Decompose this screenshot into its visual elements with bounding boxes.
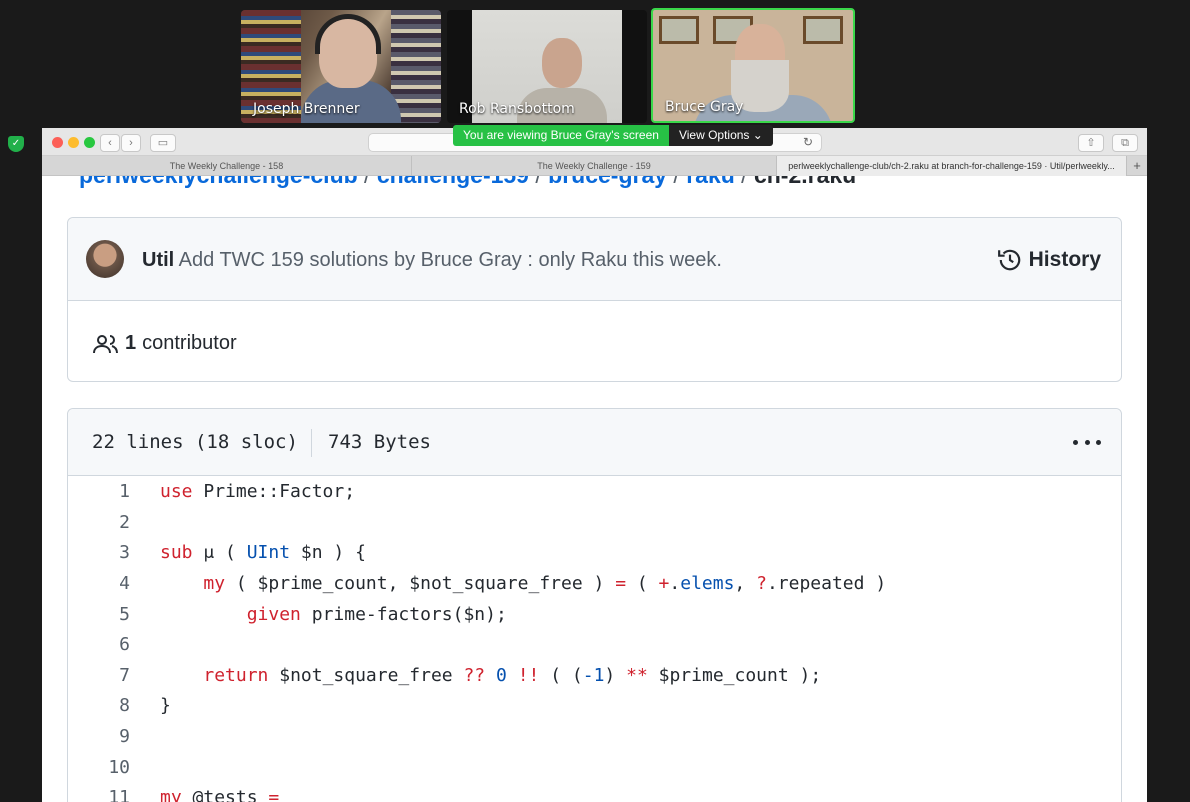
contributor-count: 1 [125,332,137,354]
wall-picture [803,16,843,44]
avatar[interactable] [86,240,124,278]
forward-button[interactable]: › [121,134,141,152]
more-options-icon[interactable] [1073,440,1101,446]
share-status-text: You are viewing Bruce Gray's screen [453,125,669,146]
video-tile-joseph[interactable]: Joseph Brenner [241,10,441,123]
code-text: sub μ ( UInt $n ) { [160,542,366,563]
share-icon: ⇧ [1086,137,1096,149]
code-line: 3 sub μ ( UInt $n ) { [68,537,366,568]
code-line: 11 my @tests = [68,782,279,802]
commit-message: Util Add TWC 159 solutions by Bruce Gray… [142,249,722,272]
video-tile-bruce-active-speaker[interactable]: Bruce Gray [651,8,855,123]
sidebar-icon: ▭ [157,137,169,149]
file-lines-info: 22 lines (18 sloc) [92,431,298,453]
code-text: given prime-factors($n); [246,604,507,625]
line-number[interactable]: 11 [68,782,130,802]
view-options-label: View Options [678,128,750,142]
video-tile-rob[interactable]: Rob Ransbottom [447,10,647,123]
line-number[interactable]: 2 [68,507,130,538]
contributors-summary[interactable]: 1 contributor [93,332,237,355]
latest-commit-box: Util Add TWC 159 solutions by Bruce Gray… [67,217,1122,382]
breadcrumb-lang-link[interactable]: raku [686,176,735,188]
line-number[interactable]: 10 [68,752,130,783]
line-number[interactable]: 5 [68,599,130,630]
code-text: my @tests = [160,787,280,802]
line-number[interactable]: 3 [68,537,130,568]
divider [311,429,312,457]
chevron-right-icon: › [129,137,133,149]
history-button[interactable]: History [997,247,1101,273]
history-label: History [1028,248,1101,271]
headphones-icon [315,14,381,54]
breadcrumb: perlweeklychallenge-club / challenge-159… [79,176,856,189]
participant-name: Bruce Gray [665,99,744,115]
wall-picture [659,16,699,44]
line-number[interactable]: 1 [68,476,130,507]
line-number[interactable]: 9 [68,721,130,752]
share-button[interactable]: ⇧ [1078,134,1104,152]
breadcrumb-current-file: ch-2.raku [754,176,856,188]
line-number[interactable]: 6 [68,629,130,660]
file-header: 22 lines (18 sloc) 743 Bytes [68,409,1121,476]
code-text: my ( $prime_count, $not_square_free ) = … [203,573,887,594]
history-icon [997,249,1020,271]
code-text: } [160,695,171,716]
screen-share-banner: You are viewing Bruce Gray's screen View… [453,125,773,146]
shared-browser-window: ‹ › ▭ ↻ ⇧ ⧉ The Weekly Challenge - 158 T… [42,128,1147,802]
file-viewer: 22 lines (18 sloc) 743 Bytes 1 use Prime:… [67,408,1122,802]
zoom-window-button[interactable] [84,137,95,148]
line-number[interactable]: 4 [68,568,130,599]
participant-name: Rob Ransbottom [459,101,575,117]
code-line: 8} [68,690,171,721]
line-number[interactable]: 7 [68,660,130,691]
sidebar-toggle-button[interactable]: ▭ [150,134,176,152]
close-window-button[interactable] [52,137,63,148]
back-button[interactable]: ‹ [100,134,120,152]
breadcrumb-user-link[interactable]: bruce-gray [548,176,667,188]
minimize-window-button[interactable] [68,137,79,148]
page-content: perlweeklychallenge-club / challenge-159… [42,176,1147,802]
commit-header: Util Add TWC 159 solutions by Bruce Gray… [68,218,1121,301]
code-line: 4 my ( $prime_count, $not_square_free ) … [68,568,886,599]
chevron-left-icon: ‹ [108,137,112,149]
participant-name: Joseph Brenner [253,101,360,117]
code-text: return $not_square_free ?? 0 !! ( (-1) *… [203,665,822,686]
code-line: 1 use Prime::Factor; [68,476,355,507]
tab-ch-2-raku[interactable]: perlweeklychallenge-club/ch-2.raku at br… [777,156,1127,176]
tab-weekly-challenge-159[interactable]: The Weekly Challenge - 159 [412,156,777,176]
shield-check-icon[interactable]: ✓ [8,136,24,152]
code-text: use Prime::Factor; [160,481,356,502]
view-options-button[interactable]: View Options ⌄ [668,125,773,146]
code-line: 6 [68,629,130,660]
reload-icon[interactable]: ↻ [803,135,813,149]
breadcrumb-challenge-link[interactable]: challenge-159 [377,176,529,188]
contributor-label: contributor [142,332,237,354]
commit-message-text[interactable]: Add TWC 159 solutions by Bruce Gray : on… [179,249,722,271]
code-line: 10 [68,752,130,783]
line-number[interactable]: 8 [68,690,130,721]
person-face [542,38,582,88]
tabs-icon: ⧉ [1121,137,1129,149]
code-line: 5 given prime-factors($n); [68,599,507,630]
code-line: 9 [68,721,130,752]
code-line: 2 [68,507,130,538]
commit-author[interactable]: Util [142,249,174,271]
tab-weekly-challenge-158[interactable]: The Weekly Challenge - 158 [42,156,412,176]
chevron-down-icon: ⌄ [752,128,763,142]
code-line: 7 return $not_square_free ?? 0 !! ( (-1)… [68,660,821,691]
people-icon [93,334,118,353]
tab-bar: The Weekly Challenge - 158 The Weekly Ch… [42,156,1147,176]
file-size: 743 Bytes [328,431,431,453]
breadcrumb-repo-link[interactable]: perlweeklychallenge-club [79,176,358,188]
new-tab-button[interactable]: + [1127,156,1147,176]
show-tabs-button[interactable]: ⧉ [1112,134,1138,152]
